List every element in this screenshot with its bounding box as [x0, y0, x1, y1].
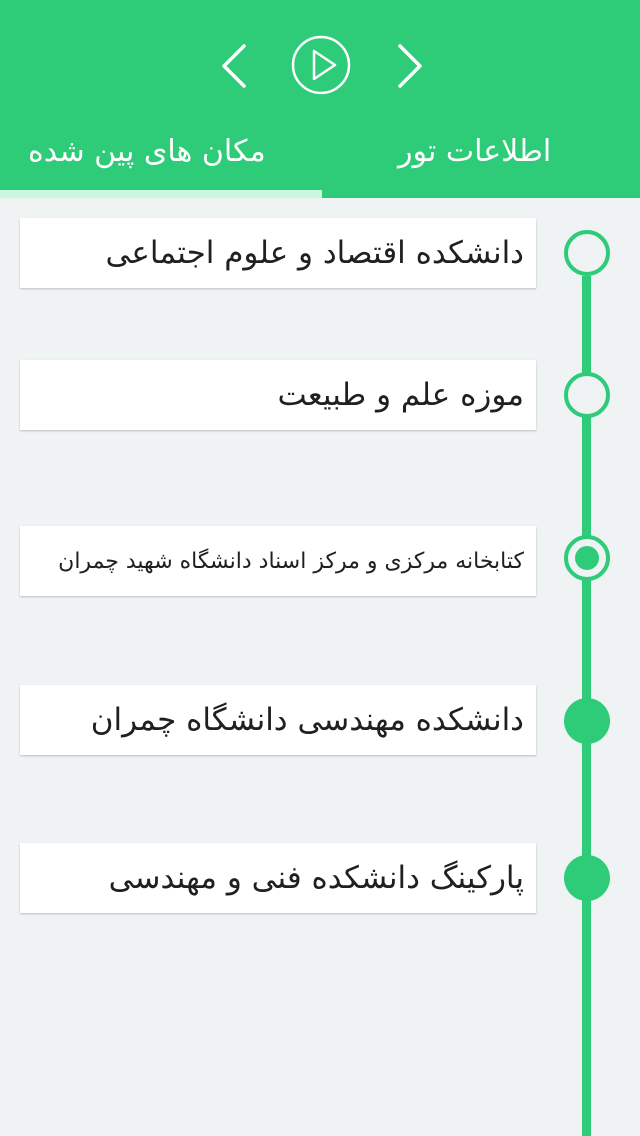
timeline-node-visited — [564, 855, 610, 901]
timeline-item-label: دانشکده اقتصاد و علوم اجتماعی — [105, 235, 524, 271]
play-circle-icon — [291, 35, 351, 95]
tab-pinned-places[interactable]: مکان های پین شده — [28, 128, 288, 190]
timeline-item[interactable]: دانشکده مهندسی دانشگاه چمران — [20, 685, 536, 755]
play-button[interactable] — [291, 35, 351, 95]
timeline-node-unvisited — [564, 230, 610, 276]
timeline-item-label: دانشکده مهندسی دانشگاه چمران — [90, 702, 524, 738]
timeline-node-current — [564, 535, 610, 581]
active-tab-indicator — [0, 190, 322, 198]
timeline-item-label: موزه علم و طبیعت — [277, 377, 524, 413]
timeline-item-label: کتابخانه مرکزی و مرکز اسناد دانشگاه شهید… — [58, 548, 524, 574]
current-location-dot — [575, 546, 599, 570]
timeline-item[interactable]: موزه علم و طبیعت — [20, 360, 536, 430]
timeline-node-visited — [564, 698, 610, 744]
timeline-item[interactable]: کتابخانه مرکزی و مرکز اسناد دانشگاه شهید… — [20, 526, 536, 596]
timeline-item[interactable]: پارکینگ دانشکده فنی و مهندسی — [20, 843, 536, 913]
header-bar: مکان های پین شده اطلاعات تور — [0, 0, 640, 198]
timeline-item[interactable]: دانشکده اقتصاد و علوم اجتماعی — [20, 218, 536, 288]
chevron-left-icon — [222, 44, 246, 88]
previous-button[interactable] — [209, 40, 261, 92]
chevron-right-icon — [398, 44, 422, 88]
tab-tour-info[interactable]: اطلاعات تور — [398, 128, 552, 190]
next-button[interactable] — [383, 40, 435, 92]
timeline-node-unvisited — [564, 372, 610, 418]
timeline-item-label: پارکینگ دانشکده فنی و مهندسی — [108, 860, 524, 896]
